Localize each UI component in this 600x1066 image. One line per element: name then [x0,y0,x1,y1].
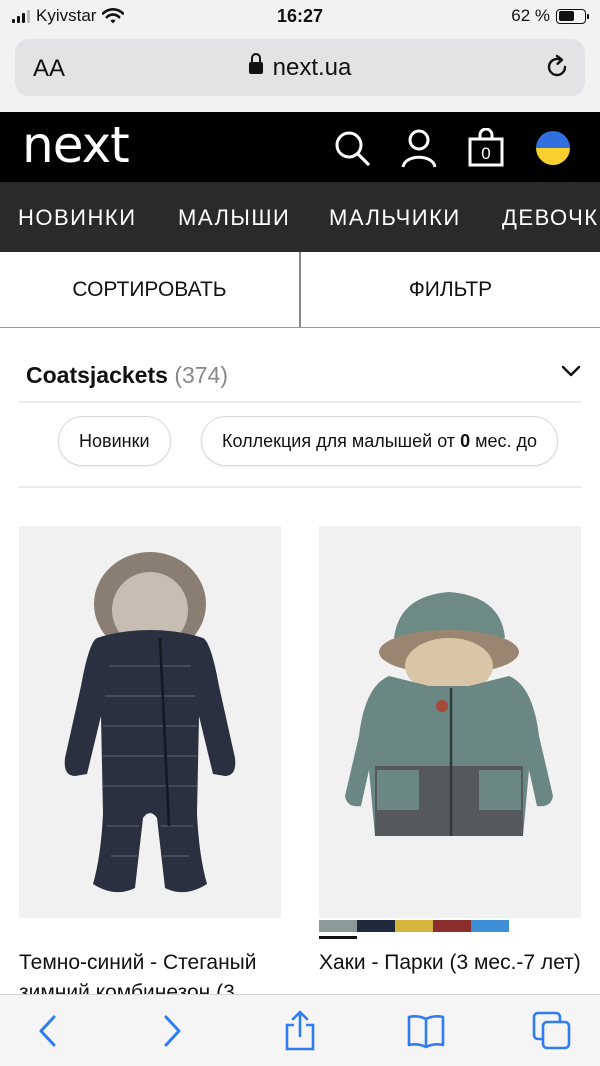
nav-item-girls[interactable]: ДЕВОЧКИ [502,205,600,231]
search-icon[interactable] [332,128,372,168]
lock-icon [248,53,263,76]
sort-label: СОРТИРОВАТЬ [72,277,227,301]
browser-address-area: AA next.ua [0,34,600,112]
color-swatches [319,920,509,932]
category-heading[interactable]: Coatsjackets (374) [26,362,228,389]
chip-baby-collection[interactable]: Коллекция для малышей от 0 мес. до [201,416,558,466]
address-bar[interactable]: AA next.ua [15,39,585,96]
nav-item-babies[interactable]: МАЛЫШИ [178,205,290,231]
swatch-mustard[interactable] [395,920,433,932]
category-count: (374) [174,362,229,388]
parka-image [345,592,553,836]
category-nav: НОВИНКИ МАЛЫШИ МАЛЬЧИКИ ДЕВОЧКИ [0,182,600,252]
share-icon[interactable] [283,1009,317,1051]
filter-chips: Новинки Коллекция для малышей от 0 мес. до [19,404,581,484]
sort-button[interactable]: СОРТИРОВАТЬ [0,252,299,327]
chip-new[interactable]: Новинки [58,416,171,466]
selected-swatch-indicator [319,936,357,939]
forward-icon[interactable] [158,1013,186,1049]
bookmarks-icon[interactable] [406,1013,446,1049]
divider-top [19,401,581,403]
product-image-snowsuit[interactable] [19,526,281,918]
snowsuit-image [64,552,236,893]
url-text: next.ua [272,54,352,81]
back-icon[interactable] [34,1013,62,1049]
tabs-icon[interactable] [532,1011,572,1051]
battery-level-fill [558,11,574,21]
ukraine-flag-icon[interactable] [536,131,570,165]
swatch-blue[interactable] [471,920,509,932]
reload-icon[interactable] [543,53,571,81]
swatch-grey-green[interactable] [319,920,357,932]
chip-baby-label-end: мес. до [475,430,537,451]
status-time: 16:27 [276,6,324,26]
site-header: next 0 [0,112,600,182]
swatch-burgundy[interactable] [433,920,471,932]
chip-baby-label-start: Коллекция для малышей от [222,430,456,451]
chip-new-label: Новинки [79,430,150,451]
product-title-parka[interactable]: Хаки - Парки (3 мес.-7 лет) [319,948,583,978]
url-display[interactable]: next.ua [15,53,585,82]
next-logo[interactable]: next [22,116,130,174]
chevron-down-icon[interactable] [560,362,582,380]
chip-baby-label-bold: 0 [460,430,471,451]
category-title: Coatsjackets [26,362,168,388]
bag-count: 0 [481,144,491,163]
browser-toolbar [0,994,600,1066]
nav-item-new[interactable]: НОВИНКИ [18,205,137,231]
status-right: 62 % [511,6,589,26]
battery-percent: 62 % [511,6,550,25]
filter-label: ФИЛЬТР [408,277,493,301]
divider-bottom [19,486,581,488]
product-image-parka[interactable] [319,526,581,918]
filter-button[interactable]: ФИЛЬТР [301,252,600,327]
swatch-navy[interactable] [357,920,395,932]
nav-item-boys[interactable]: МАЛЬЧИКИ [329,205,461,231]
battery-icon [556,8,589,24]
sort-filter-bar: СОРТИРОВАТЬ ФИЛЬТР [0,252,600,328]
account-icon[interactable] [399,128,439,168]
status-bar: Kyivstar 16:27 62 % [0,0,600,34]
